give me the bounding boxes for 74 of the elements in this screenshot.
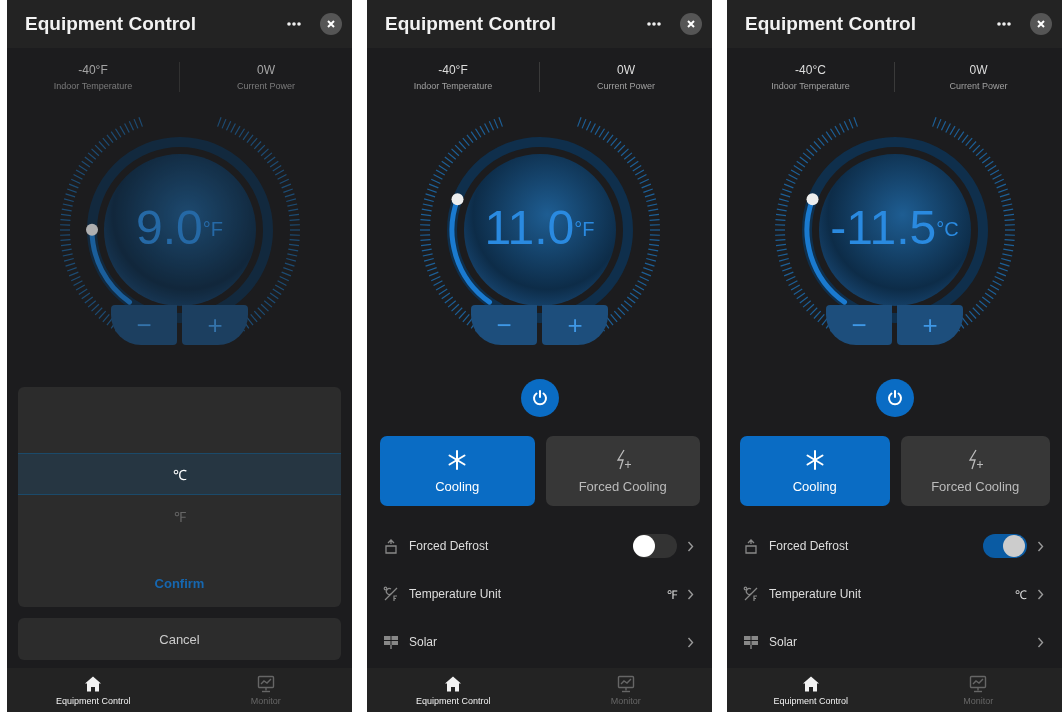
stat-label: Current Power [237, 81, 295, 91]
page-title: Equipment Control [25, 13, 197, 35]
dial-knob[interactable] [451, 193, 463, 206]
temperature-unit-icon [743, 586, 759, 602]
defrost-toggle[interactable] [983, 534, 1027, 558]
defrost-toggle[interactable] [633, 534, 677, 558]
setting-value: ℉ [667, 586, 677, 603]
stat-value: 0W [969, 63, 988, 77]
chevron-right-icon [687, 636, 694, 648]
close-button[interactable] [680, 13, 702, 35]
temperature-unit-icon [383, 586, 399, 602]
power-button[interactable] [875, 379, 914, 417]
tab-item[interactable]: Equipment Control [7, 668, 180, 712]
unit-label: °F [574, 218, 595, 241]
setting-label[interactable]: Forced Defrost [769, 539, 973, 553]
setting-label[interactable]: Forced Defrost [409, 539, 623, 553]
more-icon[interactable] [286, 21, 302, 27]
power-icon [885, 389, 904, 407]
monitor-icon [256, 674, 275, 693]
page-title: Equipment Control [745, 13, 917, 35]
unit-label: °C [936, 218, 959, 241]
solar-panel-icon [383, 634, 399, 650]
setpoint-value: -11.5 [830, 200, 937, 256]
stat-label: Indoor Temperature [413, 81, 493, 91]
picker-option[interactable]: ℃ [18, 453, 341, 495]
setpoint-value: 9.0 [136, 200, 203, 256]
setting-value: ℃ [1015, 586, 1027, 603]
stat-label: Current Power [597, 81, 655, 91]
power-icon [530, 389, 549, 407]
home-icon [444, 674, 463, 693]
setting-label[interactable]: Temperature Unit [769, 587, 1005, 601]
setting-label[interactable]: Solar [769, 635, 1027, 649]
setting-label[interactable]: Temperature Unit [409, 587, 657, 601]
mode-button[interactable]: Cooling [740, 436, 890, 506]
close-button[interactable] [320, 13, 342, 35]
stat-value: -40°F [78, 63, 108, 77]
monitor-icon [616, 674, 635, 693]
chevron-right-icon [687, 588, 694, 600]
more-icon[interactable] [646, 21, 662, 27]
power-button[interactable] [520, 379, 559, 417]
monitor-icon [969, 674, 988, 693]
snowflake-icon [447, 448, 468, 471]
dial-knob[interactable] [806, 193, 818, 206]
close-icon [686, 19, 696, 29]
solar-panel-icon [743, 634, 759, 650]
chevron-right-icon [1037, 588, 1044, 600]
close-button[interactable] [1030, 13, 1052, 35]
more-icon[interactable] [996, 21, 1012, 27]
home-icon [84, 674, 103, 693]
close-icon [326, 19, 336, 29]
stat-value: 0W [617, 63, 635, 77]
stat-value: 0W [257, 63, 275, 77]
cancel-button[interactable]: Cancel [18, 618, 341, 660]
setting-label[interactable]: Solar [409, 635, 677, 649]
chevron-right-icon [1037, 540, 1044, 552]
stat-value: -40°C [795, 63, 826, 77]
dial-knob[interactable] [85, 223, 98, 236]
setpoint-value: 11.0 [484, 200, 575, 256]
stat-label: Indoor Temperature [771, 81, 850, 91]
stat-label: Indoor Temperature [53, 81, 133, 91]
mode-button[interactable]: Cooling [380, 436, 535, 506]
chevron-right-icon [1037, 636, 1044, 648]
page-title: Equipment Control [385, 13, 557, 35]
mode-button[interactable]: Forced Cooling [900, 436, 1050, 506]
home-icon [801, 674, 820, 693]
tab-item[interactable]: Equipment Control [367, 668, 540, 712]
mode-button[interactable]: Forced Cooling [545, 436, 700, 506]
close-icon [1036, 19, 1046, 29]
chevron-right-icon [687, 540, 694, 552]
unit-label: °F [202, 218, 223, 241]
stat-value: -40°F [438, 63, 468, 77]
snowflake-icon [804, 448, 825, 471]
stat-label: Current Power [949, 81, 1008, 91]
tab-item[interactable]: Equipment Control [727, 668, 895, 712]
